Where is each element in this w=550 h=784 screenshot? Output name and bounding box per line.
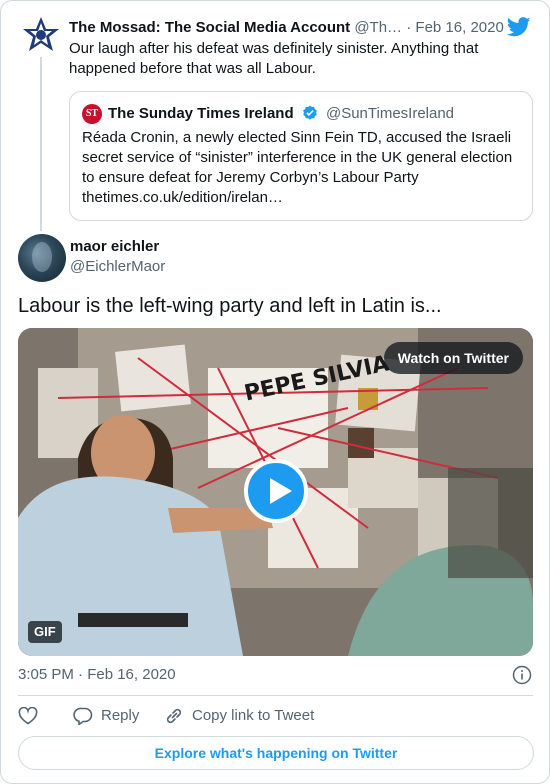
verified-badge-icon (302, 105, 318, 121)
parent-author-name[interactable]: The Mossad: The Social Media Account (69, 19, 350, 36)
dot-separator: · (406, 19, 412, 36)
twitter-bird-icon[interactable] (506, 17, 531, 37)
watch-on-twitter-button[interactable]: Watch on Twitter (383, 342, 523, 374)
main-author-name[interactable]: maor eichler (70, 237, 159, 257)
reply-label: Reply (101, 707, 140, 724)
mossad-avatar[interactable] (19, 15, 63, 59)
gif-badge: GIF (28, 621, 62, 643)
info-icon[interactable] (512, 665, 532, 685)
quoted-tweet-text: Réada Cronin, a newly elected Sinn Fein … (82, 129, 513, 206)
link-icon (166, 708, 182, 724)
divider (18, 695, 533, 696)
parent-tweet-header: The Mossad: The Social Media Account @Th… (69, 18, 539, 38)
parent-author-handle[interactable]: @Th… (354, 19, 402, 36)
quoted-author-handle: @SunTimesIreland (325, 105, 455, 122)
main-author-handle[interactable]: @EichlerMaor (70, 257, 165, 277)
tweet-card: The Mossad: The Social Media Account @Th… (0, 0, 550, 784)
main-tweet-text: Labour is the left-wing party and left i… (18, 295, 442, 317)
reply-button[interactable]: Reply (73, 705, 139, 727)
explore-button[interactable]: Explore what's happening on Twitter (18, 736, 534, 770)
quoted-tweet[interactable]: ST The Sunday Times Ireland @SunTimesIre… (69, 91, 533, 221)
parent-tweet-text: Our laugh after his defeat was definitel… (69, 40, 479, 77)
sunday-times-logo: ST (82, 104, 102, 124)
copy-link-button[interactable]: Copy link to Tweet (164, 705, 314, 727)
thread-line (40, 57, 42, 231)
maor-avatar[interactable] (18, 234, 66, 282)
gif-media[interactable]: PEPE SILVIA Watch on Twitter GIF (18, 328, 533, 656)
heart-icon (18, 707, 38, 725)
reply-icon (73, 707, 93, 725)
play-icon[interactable] (244, 459, 308, 523)
quoted-author-name: The Sunday Times Ireland (108, 105, 294, 122)
parent-tweet-date[interactable]: Feb 16, 2020 (415, 19, 503, 36)
tweet-timestamp[interactable]: 3:05 PM · Feb 16, 2020 (18, 665, 176, 685)
copy-link-label: Copy link to Tweet (192, 707, 315, 724)
quoted-tweet-header: The Sunday Times Ireland @SunTimesIrelan… (108, 104, 454, 124)
